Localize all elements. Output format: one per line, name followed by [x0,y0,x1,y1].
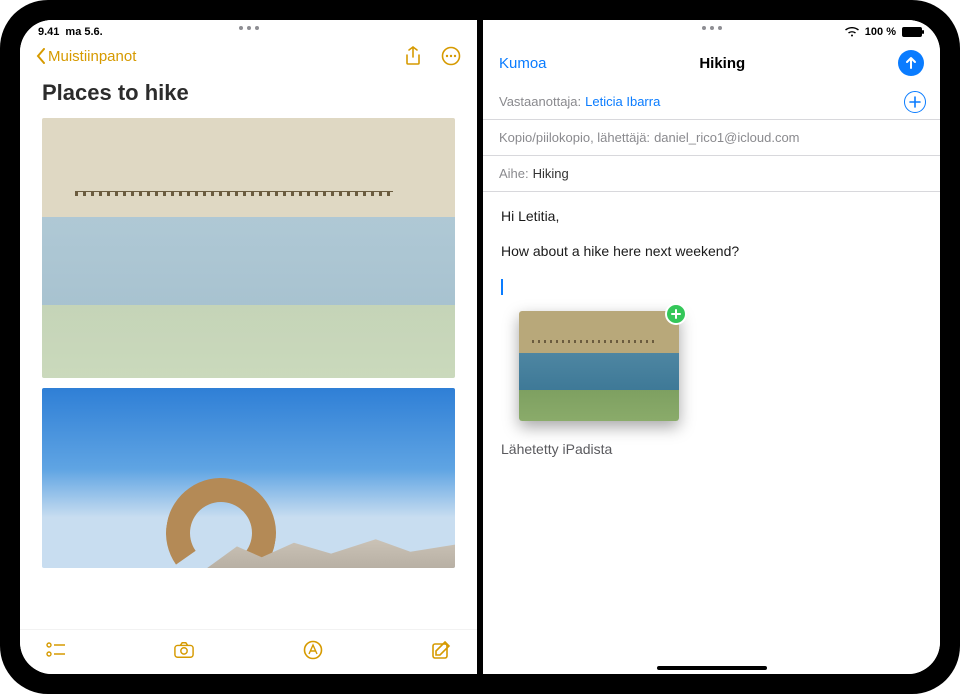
back-button[interactable]: Muistiinpanot [36,48,136,65]
multitask-control-notes[interactable] [239,26,259,30]
subject-label: Aihe: [499,166,529,181]
chevron-left-icon [36,48,46,64]
split-view: Muistiinpanot Places to hike [20,20,940,674]
arrow-up-icon [904,56,918,70]
multitask-control-mail[interactable] [702,26,722,30]
cancel-button[interactable]: Kumoa [499,55,547,72]
status-bar-right: 100 % [845,26,922,38]
body-greeting: Hi Letitia, [501,206,922,227]
share-icon-button[interactable] [403,46,423,66]
subject-value: Hiking [533,166,569,181]
note-body[interactable] [20,118,477,629]
battery-pct: 100 % [865,26,896,38]
cc-value: daniel_rico1@icloud.com [654,130,799,145]
body-line: How about a hike here next weekend? [501,241,922,262]
screen: 9.41 ma 5.6. 100 % M [20,20,940,674]
battery-icon [902,27,922,37]
mail-title: Hiking [699,55,745,72]
status-bar-left: 9.41 ma 5.6. [38,26,103,38]
mail-pane: Kumoa Hiking Vastaanottaja: Leticia Ibar… [483,20,940,674]
back-label: Muistiinpanot [48,48,136,65]
subject-field[interactable]: Aihe: Hiking [483,156,940,192]
compose-icon-button[interactable] [431,640,451,660]
text-cursor [501,279,503,295]
plus-icon [909,96,921,108]
to-field[interactable]: Vastaanottaja: Leticia Ibarra [483,84,940,120]
add-contact-button[interactable] [904,91,926,113]
plus-icon [671,309,681,319]
notes-pane: Muistiinpanot Places to hike [20,20,477,674]
note-image-2[interactable] [42,388,455,568]
checklist-icon-button[interactable] [46,640,66,660]
to-value[interactable]: Leticia Ibarra [585,94,660,109]
cc-label: Kopio/piilokopio, lähettäjä: [499,130,650,145]
notes-toolbar [20,629,477,674]
camera-icon-button[interactable] [174,640,194,660]
wifi-icon [845,27,859,37]
to-label: Vastaanottaja: [499,94,581,109]
send-button[interactable] [898,50,924,76]
mail-body[interactable]: Hi Letitia, How about a hike here next w… [483,192,940,474]
note-image-1[interactable] [42,118,455,378]
dragged-image-thumbnail[interactable] [519,311,679,421]
signature: Lähetetty iPadista [501,439,922,460]
note-title: Places to hike [20,72,477,118]
status-time: 9.41 [38,26,59,38]
markup-icon-button[interactable] [303,640,323,660]
home-indicator[interactable] [657,666,767,670]
drop-plus-badge [665,303,687,325]
ipad-frame: 9.41 ma 5.6. 100 % M [0,0,960,694]
cc-field[interactable]: Kopio/piilokopio, lähettäjä: daniel_rico… [483,120,940,156]
more-icon-button[interactable] [441,46,461,66]
status-date: ma 5.6. [65,26,102,38]
